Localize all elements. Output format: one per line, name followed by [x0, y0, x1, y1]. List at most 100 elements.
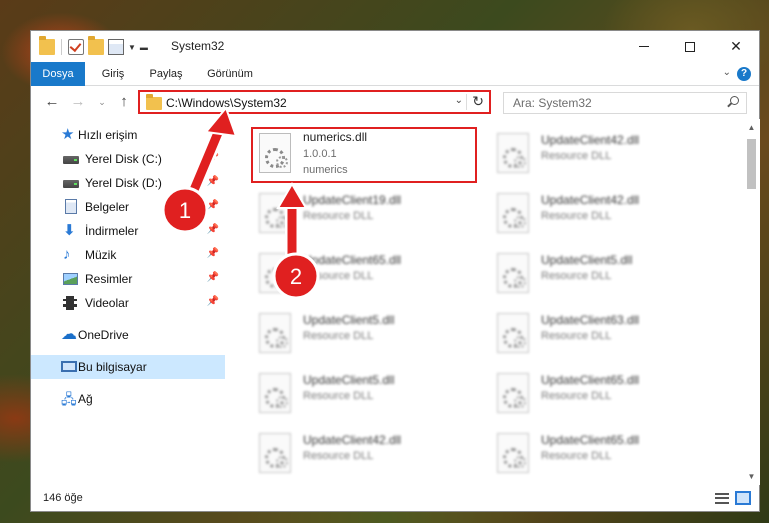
file-item[interactable]: UpdateClient42.dll Resource DLL [491, 189, 711, 239]
sidebar-item-label: Bu bilgisayar [78, 360, 147, 374]
help-icon[interactable]: ? [737, 67, 751, 81]
file-description: Resource DLL [541, 210, 612, 222]
drive-icon [63, 180, 79, 188]
file-item[interactable]: UpdateClient65.dll Resource DLL [253, 249, 473, 299]
chevron-down-icon[interactable]: ⌄ [455, 95, 463, 106]
computer-icon [61, 361, 77, 372]
tab-home[interactable]: Giriş [93, 62, 133, 86]
sidebar-item-label: OneDrive [78, 328, 129, 342]
refresh-icon[interactable]: ↻ [472, 93, 484, 110]
file-item[interactable]: UpdateClient63.dll Resource DLL [491, 309, 711, 359]
star-icon: ★ [61, 126, 75, 143]
file-name: UpdateClient65.dll [303, 253, 402, 267]
cloud-icon: ☁ [61, 326, 77, 343]
sidebar-item-downloads[interactable]: ⬇ İndirmeler 📌 [31, 219, 225, 243]
dll-file-icon [497, 313, 529, 353]
navigation-bar: ← → ⌄ ↑ C:\Windows\System32 ⌄ ↻ Ara: Sys… [31, 86, 759, 118]
new-folder-icon[interactable] [88, 36, 104, 55]
tab-file[interactable]: Dosya [31, 62, 85, 86]
pin-icon[interactable]: 📌 [207, 176, 219, 187]
pictures-icon [63, 273, 78, 285]
file-name: UpdateClient5.dll [303, 313, 395, 327]
file-description: Resource DLL [303, 270, 374, 282]
sidebar-item-label: Hızlı erişim [78, 128, 138, 142]
sidebar-item-label: İndirmeler [85, 224, 139, 238]
file-item[interactable]: UpdateClient5.dll Resource DLL [491, 249, 711, 299]
minimize-button[interactable] [621, 31, 667, 62]
sidebar-item-label: Ağ [78, 392, 93, 406]
dll-file-icon [259, 253, 291, 293]
pin-icon[interactable]: 📌 [207, 272, 219, 283]
back-arrow-icon[interactable]: ← [43, 93, 61, 111]
dll-file-icon [497, 373, 529, 413]
address-path[interactable]: C:\Windows\System32 [166, 96, 287, 110]
pin-icon[interactable]: 📌 [207, 248, 219, 259]
sidebar-item-onedrive[interactable]: ☁ OneDrive [31, 323, 225, 347]
customize-toolbar-icon[interactable]: ▬ [140, 43, 148, 52]
dll-file-icon [259, 133, 291, 173]
close-button[interactable]: ✕ [713, 31, 759, 62]
pin-icon[interactable]: 📌 [207, 200, 219, 211]
tab-share[interactable]: Paylaş [143, 62, 189, 86]
properties-check-icon[interactable] [68, 39, 84, 55]
dll-file-icon [259, 433, 291, 473]
drive-icon [63, 156, 79, 164]
search-icon[interactable] [727, 96, 739, 107]
dll-file-icon [497, 133, 529, 173]
maximize-button[interactable] [667, 31, 713, 62]
file-item[interactable]: UpdateClient5.dll Resource DLL [253, 369, 473, 419]
forward-arrow-icon[interactable]: → [69, 93, 87, 111]
recent-locations-icon[interactable]: ⌄ [93, 93, 111, 111]
file-item[interactable]: UpdateClient5.dll Resource DLL [253, 309, 473, 359]
file-item[interactable]: UpdateClient42.dll Resource DLL [253, 429, 473, 479]
sidebar-item-this-pc[interactable]: Bu bilgisayar [31, 355, 225, 379]
file-name: UpdateClient42.dll [541, 133, 640, 147]
dll-file-icon [497, 433, 529, 473]
sidebar-item-music[interactable]: ♪ Müzik 📌 [31, 243, 225, 267]
file-item-numerics[interactable]: numerics.dll 1.0.0.1 numerics [251, 127, 477, 183]
tab-view[interactable]: Görünüm [199, 62, 261, 86]
vertical-scrollbar[interactable]: ▲ ▼ [743, 119, 760, 485]
sidebar-item-local-disk-d[interactable]: Yerel Disk (D:) 📌 [31, 171, 225, 195]
folder-icon[interactable] [39, 36, 55, 55]
file-description: Resource DLL [303, 450, 374, 462]
file-item[interactable]: UpdateClient42.dll Resource DLL [491, 129, 711, 179]
file-description: Resource DLL [303, 330, 374, 342]
pin-icon[interactable]: 📌 [207, 296, 219, 307]
sidebar-item-pictures[interactable]: Resimler 📌 [31, 267, 225, 291]
file-item[interactable]: UpdateClient19.dll Resource DLL [253, 189, 473, 239]
file-item[interactable]: UpdateClient65.dll Resource DLL [491, 369, 711, 419]
dll-file-icon [497, 193, 529, 233]
pin-icon[interactable]: 📌 [207, 224, 219, 235]
search-placeholder: Ara: System32 [513, 96, 592, 110]
file-description: Resource DLL [541, 270, 612, 282]
dll-file-icon [259, 193, 291, 233]
file-version: 1.0.0.1 [303, 148, 337, 160]
large-icons-view-icon[interactable] [735, 491, 751, 505]
file-name: UpdateClient65.dll [541, 433, 640, 447]
sidebar-item-label: Müzik [85, 248, 117, 262]
scroll-down-icon[interactable]: ▼ [743, 468, 760, 485]
sidebar-item-local-disk-c[interactable]: Yerel Disk (C:) 📌 [31, 147, 225, 171]
sidebar-item-videos[interactable]: Videolar 📌 [31, 291, 225, 315]
file-name: UpdateClient19.dll [303, 193, 402, 207]
chevron-down-icon[interactable]: ▼ [128, 43, 136, 52]
details-view-icon[interactable] [715, 493, 729, 504]
sidebar-item-network[interactable]: 🖧 Ağ [31, 387, 225, 411]
expand-ribbon-icon[interactable]: ⌄ [723, 67, 731, 78]
dll-file-icon [259, 313, 291, 353]
file-list: numerics.dll 1.0.0.1 numerics UpdateClie… [225, 119, 743, 485]
scroll-up-icon[interactable]: ▲ [743, 119, 760, 136]
up-arrow-icon[interactable]: ↑ [115, 93, 133, 111]
file-description: Resource DLL [541, 390, 612, 402]
sidebar-item-quick-access[interactable]: ★ Hızlı erişim [31, 123, 225, 147]
title-bar: ▼ ▬ System32 ✕ [31, 31, 759, 62]
address-bar[interactable]: C:\Windows\System32 ⌄ ↻ [138, 90, 491, 114]
sidebar-item-documents[interactable]: Belgeler 📌 [31, 195, 225, 219]
pin-icon[interactable]: 📌 [207, 152, 219, 163]
search-input[interactable]: Ara: System32 [503, 92, 747, 114]
file-item[interactable]: UpdateClient65.dll Resource DLL [491, 429, 711, 479]
properties-icon[interactable] [108, 39, 124, 55]
network-icon: 🖧 [61, 391, 77, 407]
scroll-thumb[interactable] [747, 139, 756, 189]
